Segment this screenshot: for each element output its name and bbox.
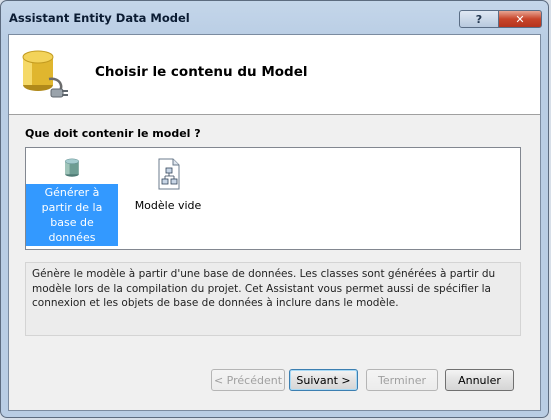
help-button[interactable]: ? (459, 10, 499, 28)
page-title: Choisir le contenu du Model (95, 64, 308, 80)
wizard-header: Choisir le contenu du Model (9, 35, 540, 115)
option-label-empty: Modèle vide (134, 199, 202, 212)
empty-model-icon (158, 158, 180, 190)
title-bar[interactable]: Assistant Entity Data Model ? ✕ (1, 1, 548, 35)
dialog-content: Choisir le contenu du Model Que doit con… (8, 34, 541, 411)
database-icon (64, 158, 80, 177)
option-generate-from-database[interactable]: Générer à partir de la base de données (26, 154, 118, 246)
database-plug-icon (22, 50, 68, 98)
option-empty-model[interactable]: Modèle vide (122, 154, 214, 246)
window-title: Assistant Entity Data Model (9, 11, 190, 25)
previous-button[interactable]: < Précédent (211, 369, 285, 391)
question-label: Que doit contenir le model ? (25, 127, 201, 140)
cancel-button[interactable]: Annuler (445, 369, 514, 391)
option-description: Génère le modèle à partir d'une base de … (25, 262, 521, 336)
finish-button[interactable]: Terminer (366, 369, 438, 391)
model-content-list[interactable]: Générer à partir de la base de données M… (25, 147, 521, 250)
wizard-window: Assistant Entity Data Model ? ✕ Choisir … (0, 0, 549, 418)
next-button[interactable]: Suivant > (289, 369, 358, 391)
option-label-generate: Générer à partir de la base de données (26, 184, 118, 246)
close-button[interactable]: ✕ (498, 10, 542, 28)
